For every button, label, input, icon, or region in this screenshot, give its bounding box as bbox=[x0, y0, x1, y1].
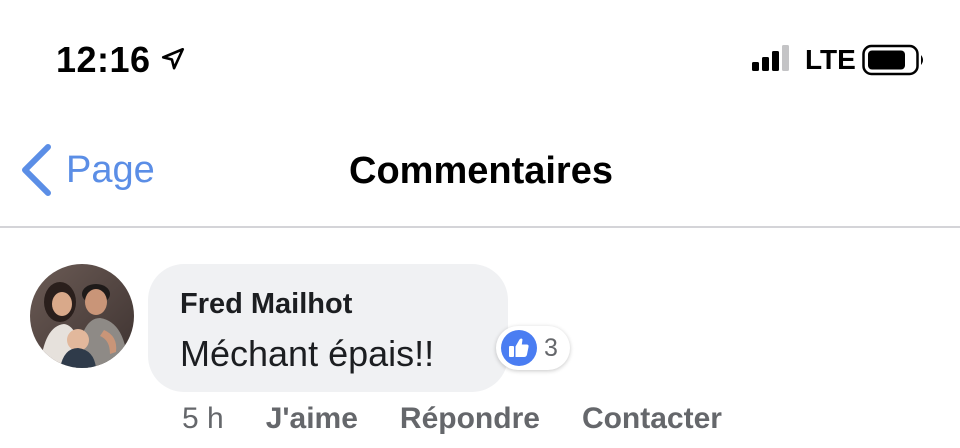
comment-timestamp: 5 h bbox=[182, 402, 224, 435]
avatar-photo bbox=[30, 264, 134, 368]
network-type-label: LTE bbox=[805, 44, 856, 75]
avatar[interactable] bbox=[30, 264, 134, 368]
comment-actions: 5 h J'aime Répondre Contacter bbox=[182, 400, 722, 438]
reaction-count: 3 bbox=[544, 334, 558, 362]
like-button[interactable]: J'aime bbox=[266, 400, 358, 438]
location-arrow-icon bbox=[161, 47, 185, 70]
page-title: Commentaires bbox=[349, 150, 613, 192]
comment-bubble[interactable]: Fred Mailhot Méchant épais!! bbox=[148, 264, 508, 392]
comment-text: Méchant épais!! bbox=[180, 333, 435, 374]
battery-icon bbox=[862, 44, 923, 76]
contact-button[interactable]: Contacter bbox=[582, 400, 722, 438]
status-time: 12:16 bbox=[56, 39, 151, 80]
status-bar: 12:16 LTE bbox=[0, 0, 960, 110]
reply-button[interactable]: Répondre bbox=[400, 400, 540, 438]
comment-author[interactable]: Fred Mailhot bbox=[180, 286, 352, 322]
like-thumb-icon bbox=[501, 330, 537, 366]
cellular-signal-icon bbox=[752, 45, 789, 71]
comment: Fred Mailhot Méchant épais!! 3 5 h J'aim… bbox=[0, 228, 960, 448]
navigation-bar: Page Commentaires bbox=[0, 110, 960, 228]
reaction-summary[interactable]: 3 bbox=[496, 326, 570, 370]
